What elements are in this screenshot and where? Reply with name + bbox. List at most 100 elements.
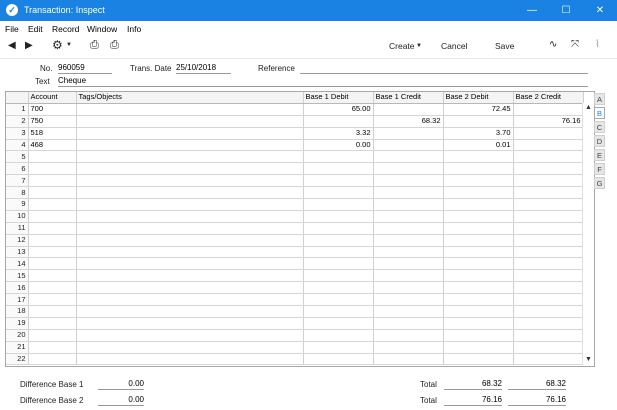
grid-cell[interactable] [303,353,374,366]
grid-cell[interactable] [443,341,514,354]
grid-cell[interactable] [513,162,584,176]
grid-cell[interactable] [373,162,444,176]
grid-cell[interactable] [303,210,374,223]
grid-cell[interactable] [443,293,514,307]
next-record-icon[interactable]: ▶ [25,40,33,51]
row-number[interactable]: 12 [6,234,29,247]
grid-cell[interactable] [513,186,584,200]
grid-cell[interactable] [373,103,444,116]
row-number[interactable]: 7 [6,174,29,188]
grid-cell[interactable] [443,198,514,211]
grid-cell[interactable] [373,210,444,223]
grid-cell[interactable] [28,222,77,235]
no-field[interactable]: 960059 [58,63,112,74]
grid-cell[interactable] [373,305,444,318]
grid-cell[interactable] [303,257,374,271]
grid-cell[interactable]: 65.00 [303,103,374,116]
grid-cell[interactable]: 468 [28,139,77,152]
grid-cell[interactable] [28,150,77,164]
grid-cell[interactable] [28,281,77,295]
column-header-base1-credit[interactable]: Base 1 Credit [373,92,444,104]
grid-cell[interactable]: 0.01 [443,139,514,152]
tab-b[interactable]: B [594,107,605,119]
grid-cell[interactable] [443,305,514,318]
text-field[interactable]: Cheque [58,76,588,87]
grid-cell[interactable] [443,222,514,235]
grid-cell[interactable] [443,174,514,188]
previous-record-icon[interactable]: ◀ [8,40,16,51]
grid-cell[interactable] [76,162,304,176]
row-number[interactable]: 19 [6,317,29,330]
grid-cell[interactable]: 750 [28,115,77,128]
row-number[interactable]: 20 [6,329,29,342]
grid-cell[interactable] [303,293,374,307]
grid-cell[interactable] [76,353,304,366]
grid-cell[interactable] [443,210,514,223]
close-button[interactable]: ✕ [583,0,617,21]
grid-cell[interactable] [373,329,444,342]
grid-cell[interactable] [28,186,77,200]
create-dropdown-icon[interactable]: ▼ [416,43,422,49]
grid-cell[interactable] [76,139,304,152]
grid-cell[interactable] [443,281,514,295]
grid-cell[interactable] [76,115,304,128]
grid-cell[interactable] [373,234,444,247]
grid-cell[interactable] [373,174,444,188]
attachment-icon[interactable]: ⌇ [595,39,600,50]
grid-cell[interactable] [513,281,584,295]
grid-cell[interactable] [513,341,584,354]
row-number[interactable]: 6 [6,162,29,176]
grid-cell[interactable] [76,293,304,307]
grid-cell[interactable] [373,317,444,330]
save-button[interactable]: Save [495,41,514,51]
grid-cell[interactable] [513,257,584,271]
grid-cell[interactable]: 3.70 [443,127,514,140]
grid-cell[interactable] [303,198,374,211]
grid-cell[interactable]: 68.32 [373,115,444,128]
grid-cell[interactable] [513,103,584,116]
grid-cell[interactable] [76,103,304,116]
grid-cell[interactable] [303,150,374,164]
grid-cell[interactable] [28,198,77,211]
column-header-account[interactable]: Account [28,92,77,104]
grid-cell[interactable] [513,127,584,140]
menu-edit[interactable]: Edit [28,24,43,34]
grid-cell[interactable] [373,186,444,200]
signature-icon[interactable]: ∿ [549,39,557,50]
grid-cell[interactable] [443,234,514,247]
menu-record[interactable]: Record [52,24,79,34]
grid-cell[interactable] [76,150,304,164]
grid-cell[interactable] [513,317,584,330]
row-number[interactable]: 16 [6,281,29,295]
grid-cell[interactable] [373,198,444,211]
grid-cell[interactable] [443,115,514,128]
scroll-up-icon[interactable]: ▲ [583,103,594,113]
create-button[interactable]: Create [389,41,415,51]
grid-cell[interactable] [373,269,444,283]
menu-window[interactable]: Window [87,24,117,34]
grid-cell[interactable] [76,269,304,283]
grid-cell[interactable] [303,317,374,330]
grid-cell[interactable] [443,329,514,342]
grid-cell[interactable] [76,186,304,200]
row-number[interactable]: 13 [6,246,29,259]
cancel-button[interactable]: Cancel [441,41,467,51]
row-number[interactable]: 1 [6,103,29,116]
grid-cell[interactable] [28,317,77,330]
grid-cell[interactable] [28,269,77,283]
tab-g[interactable]: G [594,177,605,189]
grid-cell[interactable] [76,317,304,330]
grid-cell[interactable] [28,162,77,176]
grid-cell[interactable]: 76.16 [513,115,584,128]
grid-cell[interactable] [303,305,374,318]
grid-cell[interactable] [373,353,444,366]
grid-cell[interactable] [28,329,77,342]
gear-icon[interactable]: ⚙ [52,38,63,52]
grid-cell[interactable] [513,150,584,164]
grid-cell[interactable] [303,246,374,259]
row-number[interactable]: 5 [6,150,29,164]
maximize-button[interactable]: ☐ [549,0,583,21]
grid-cell[interactable] [303,341,374,354]
row-number[interactable]: 11 [6,222,29,235]
grid-cell[interactable] [373,293,444,307]
